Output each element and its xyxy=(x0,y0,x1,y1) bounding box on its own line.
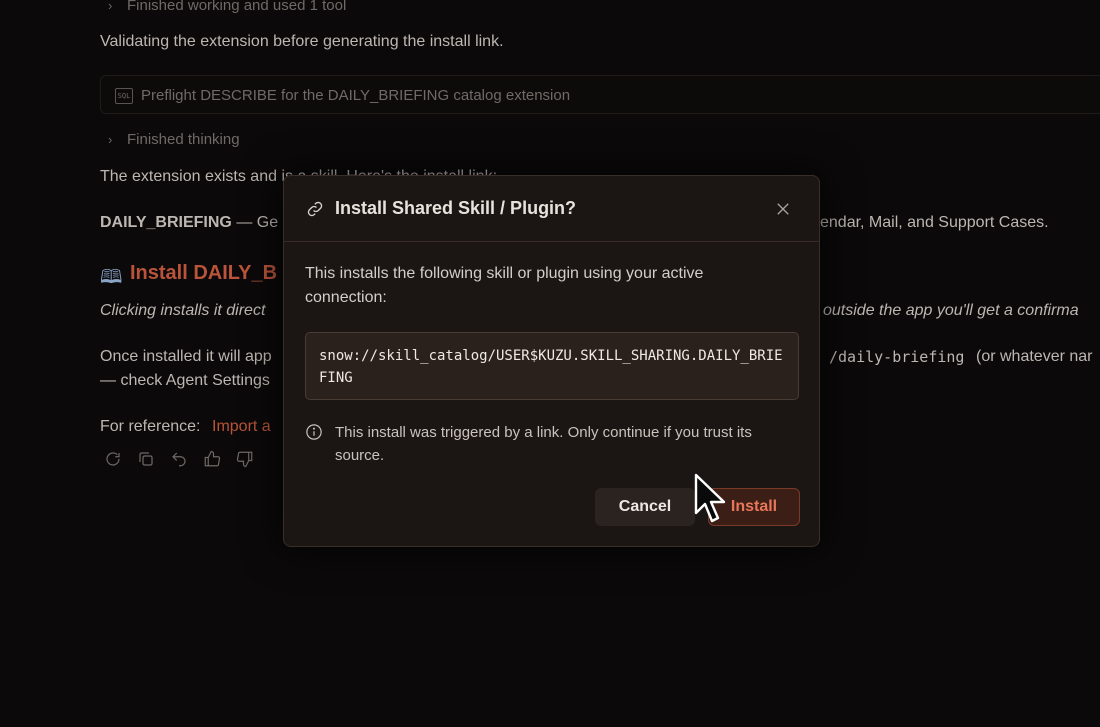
install-heading-link[interactable]: Install DAILY_B xyxy=(130,262,277,285)
thumbs-down-icon[interactable] xyxy=(236,450,256,470)
briefing-line-tail: endar, Mail, and Support Cases. xyxy=(820,214,1049,231)
book-icon: 🕮 xyxy=(100,267,123,288)
dialog-description: This installs the following skill or plu… xyxy=(305,265,704,306)
thinking-summary-toggle[interactable]: Finished thinking xyxy=(127,131,240,148)
dialog-header: Install Shared Skill / Plugin? xyxy=(284,176,819,242)
chevron-right-icon[interactable]: › xyxy=(108,0,112,13)
cancel-button[interactable]: Cancel xyxy=(595,488,695,526)
reference-label: For reference: xyxy=(100,418,201,435)
thumbs-up-icon[interactable] xyxy=(203,450,223,470)
skill-uri: snow://skill_catalog/USER$KUZU.SKILL_SHA… xyxy=(319,348,783,386)
slash-command: /daily-briefing xyxy=(829,348,965,366)
clicking-note-right: outside the app you'll get a confirma xyxy=(823,302,1079,319)
validating-message: Validating the extension before generati… xyxy=(100,33,504,50)
dialog-title: Install Shared Skill / Plugin? xyxy=(335,198,577,218)
tool-summary-toggle[interactable]: Finished working and used 1 tool xyxy=(127,0,346,14)
sql-icon: SQL xyxy=(115,88,133,104)
agent-settings-note: — check Agent Settings xyxy=(100,372,270,389)
chevron-right-icon[interactable]: › xyxy=(108,132,112,147)
retry-icon[interactable] xyxy=(104,450,124,470)
briefing-name: DAILY_BRIEFING xyxy=(100,214,232,231)
clicking-note-left: Clicking installs it direct xyxy=(100,302,266,319)
undo-icon[interactable] xyxy=(170,450,190,470)
copy-icon[interactable] xyxy=(137,450,157,470)
reference-link[interactable]: Import a xyxy=(212,418,271,436)
sql-step-row[interactable]: SQL Preflight DESCRIBE for the DAILY_BRI… xyxy=(100,75,1100,114)
briefing-line: DAILY_BRIEFING — Ge xyxy=(100,214,278,232)
info-icon xyxy=(305,423,323,441)
once-installed-right: (or whatever nar xyxy=(976,348,1093,365)
mouse-cursor-icon xyxy=(694,473,726,523)
sql-step-label: Preflight DESCRIBE for the DAILY_BRIEFIN… xyxy=(141,87,571,104)
skill-uri-box: snow://skill_catalog/USER$KUZU.SKILL_SHA… xyxy=(305,332,799,400)
once-installed-left: Once installed it will app xyxy=(100,348,272,365)
trust-warning: This install was triggered by a link. On… xyxy=(335,424,752,464)
link-icon xyxy=(306,200,324,218)
close-icon[interactable] xyxy=(774,200,792,218)
briefing-dash: — Ge xyxy=(231,214,279,231)
install-skill-dialog: Install Shared Skill / Plugin? This inst… xyxy=(283,175,820,547)
